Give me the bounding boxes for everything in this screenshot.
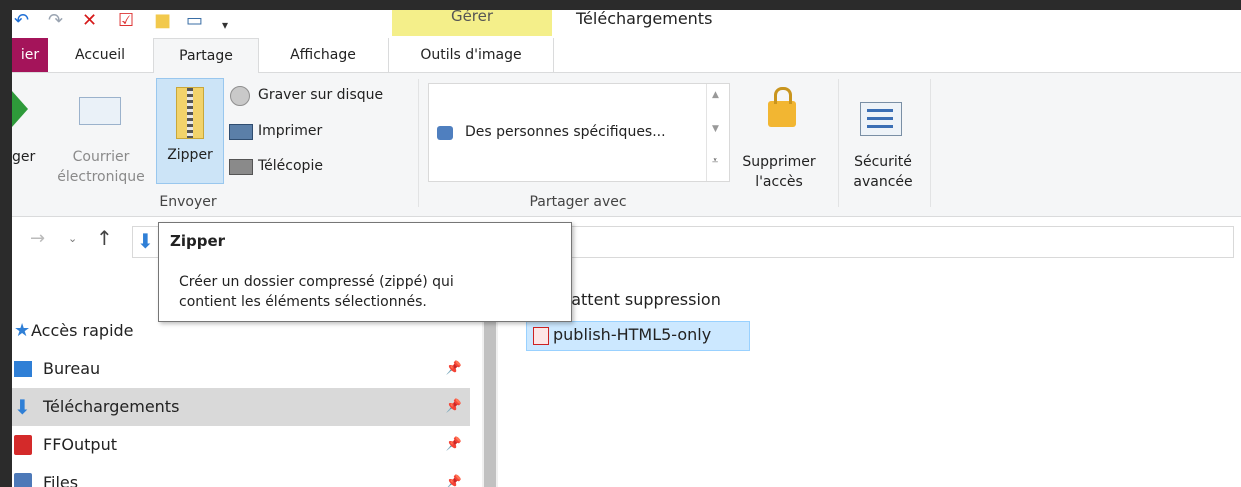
pin-icon[interactable]: 📌 — [446, 464, 462, 487]
remove-access-label-1[interactable]: Supprimer — [734, 152, 824, 172]
download-icon: ⬇ — [14, 395, 31, 419]
tab-view[interactable]: Affichage — [270, 38, 376, 72]
ribbon: ger Courrier électronique Zipper Graver … — [12, 73, 1241, 217]
window-title: Téléchargements — [576, 10, 713, 28]
title-bar: ↶ ↷ ✕ ☑ ■ ▭ ▾ Gérer Téléchargements — [12, 10, 1241, 36]
group-header[interactable]: n attent suppression — [556, 290, 721, 309]
email-button-label-1[interactable]: Courrier — [46, 147, 156, 167]
share-with-group-label: Partager avec — [529, 194, 627, 210]
zip-button[interactable]: Zipper — [156, 78, 224, 184]
nav-item-label: Téléchargements — [43, 397, 180, 416]
share-button-label[interactable]: ger — [12, 147, 35, 167]
tooltip-title: Zipper — [170, 232, 226, 250]
zip-folder-icon — [176, 87, 204, 139]
file-list: n attent suppression publish-HTML5-only — [498, 262, 1241, 487]
nav-item-label: Files — [43, 473, 79, 487]
lock-icon — [768, 87, 796, 127]
delete-icon[interactable]: ✕ — [82, 12, 97, 30]
print-icon — [229, 124, 253, 140]
new-folder-icon[interactable]: ■ — [154, 12, 171, 30]
nav-item-downloads[interactable]: ⬇ Téléchargements 📌 — [12, 388, 470, 426]
share-with-gallery[interactable]: Des personnes spécifiques... ▲ ▼ ⩡ — [428, 83, 730, 182]
properties-icon[interactable]: ☑ — [118, 12, 134, 30]
share-icon — [12, 91, 28, 127]
gallery-up-icon[interactable]: ▲ — [712, 90, 719, 100]
list-item[interactable]: publish-HTML5-only — [526, 321, 750, 351]
advanced-security-label-2[interactable]: avancée — [838, 172, 928, 192]
tab-share[interactable]: Partage — [153, 38, 259, 73]
zip-button-label: Zipper — [167, 147, 213, 163]
customize-toolbar-icon[interactable]: ▾ — [222, 16, 228, 34]
fax-button[interactable]: Télécopie — [258, 156, 323, 176]
nav-item-files[interactable]: Files 📌 — [12, 464, 470, 487]
folder-blue-icon — [14, 473, 32, 487]
desktop-icon — [14, 361, 32, 377]
gallery-more-icon[interactable]: ⩡ — [712, 154, 718, 168]
image-file-icon — [533, 327, 549, 345]
advanced-security-label-1[interactable]: Sécurité — [838, 152, 928, 172]
ribbon-tabs: ier Accueil Partage Affichage Outils d'i… — [12, 36, 1241, 73]
up-icon[interactable]: ↑ — [96, 226, 113, 250]
display-icon[interactable]: ▭ — [186, 12, 203, 30]
people-icon — [437, 126, 453, 140]
email-button-label-2[interactable]: électronique — [46, 167, 156, 187]
tab-image-tools[interactable]: Outils d'image — [388, 38, 554, 72]
remove-access-label-2[interactable]: l'accès — [734, 172, 824, 192]
nav-item-desktop[interactable]: Bureau 📌 — [12, 350, 470, 388]
star-icon: ★ — [14, 320, 31, 341]
nav-item-ffoutput[interactable]: FFOutput 📌 — [12, 426, 470, 464]
burn-disc-icon — [230, 86, 250, 106]
zip-tooltip: Zipper Créer un dossier compressé (zippé… — [158, 222, 572, 322]
ribbon-separator — [930, 79, 931, 207]
nav-item-label: Accès rapide — [31, 321, 134, 340]
gallery-scroll[interactable]: ▲ ▼ ⩡ — [706, 84, 729, 181]
email-icon — [79, 97, 121, 125]
nav-item-label: FFOutput — [43, 435, 117, 454]
recent-locations-icon[interactable]: ⌄ — [68, 232, 77, 245]
gallery-down-icon[interactable]: ▼ — [712, 124, 719, 134]
pin-icon[interactable]: 📌 — [446, 388, 462, 426]
redo-icon[interactable]: ↷ — [48, 12, 63, 30]
pin-icon[interactable]: 📌 — [446, 350, 462, 388]
ribbon-separator — [418, 79, 419, 207]
undo-icon[interactable]: ↶ — [14, 12, 29, 30]
send-group-label: Envoyer — [159, 194, 217, 210]
tab-home[interactable]: Accueil — [60, 38, 140, 72]
explorer-window: ↶ ↷ ✕ ☑ ■ ▭ ▾ Gérer Téléchargements ier … — [12, 10, 1241, 487]
manage-context-tab[interactable]: Gérer — [392, 10, 552, 36]
burn-disc-button[interactable]: Graver sur disque — [258, 85, 383, 105]
folder-red-icon — [14, 435, 32, 455]
tooltip-description: Créer un dossier compressé (zippé) qui c… — [179, 274, 454, 310]
pin-icon[interactable]: 📌 — [446, 426, 462, 464]
specific-people-item[interactable]: Des personnes spécifiques... — [465, 122, 666, 142]
download-folder-icon: ⬇ — [137, 229, 154, 253]
fax-icon — [229, 159, 253, 175]
advanced-security-icon — [860, 102, 902, 136]
nav-item-label: Bureau — [43, 359, 101, 378]
print-button[interactable]: Imprimer — [258, 121, 322, 141]
tab-file[interactable]: ier — [12, 38, 48, 72]
back-icon[interactable]: → — [30, 228, 45, 249]
file-name: publish-HTML5-only — [553, 325, 712, 344]
